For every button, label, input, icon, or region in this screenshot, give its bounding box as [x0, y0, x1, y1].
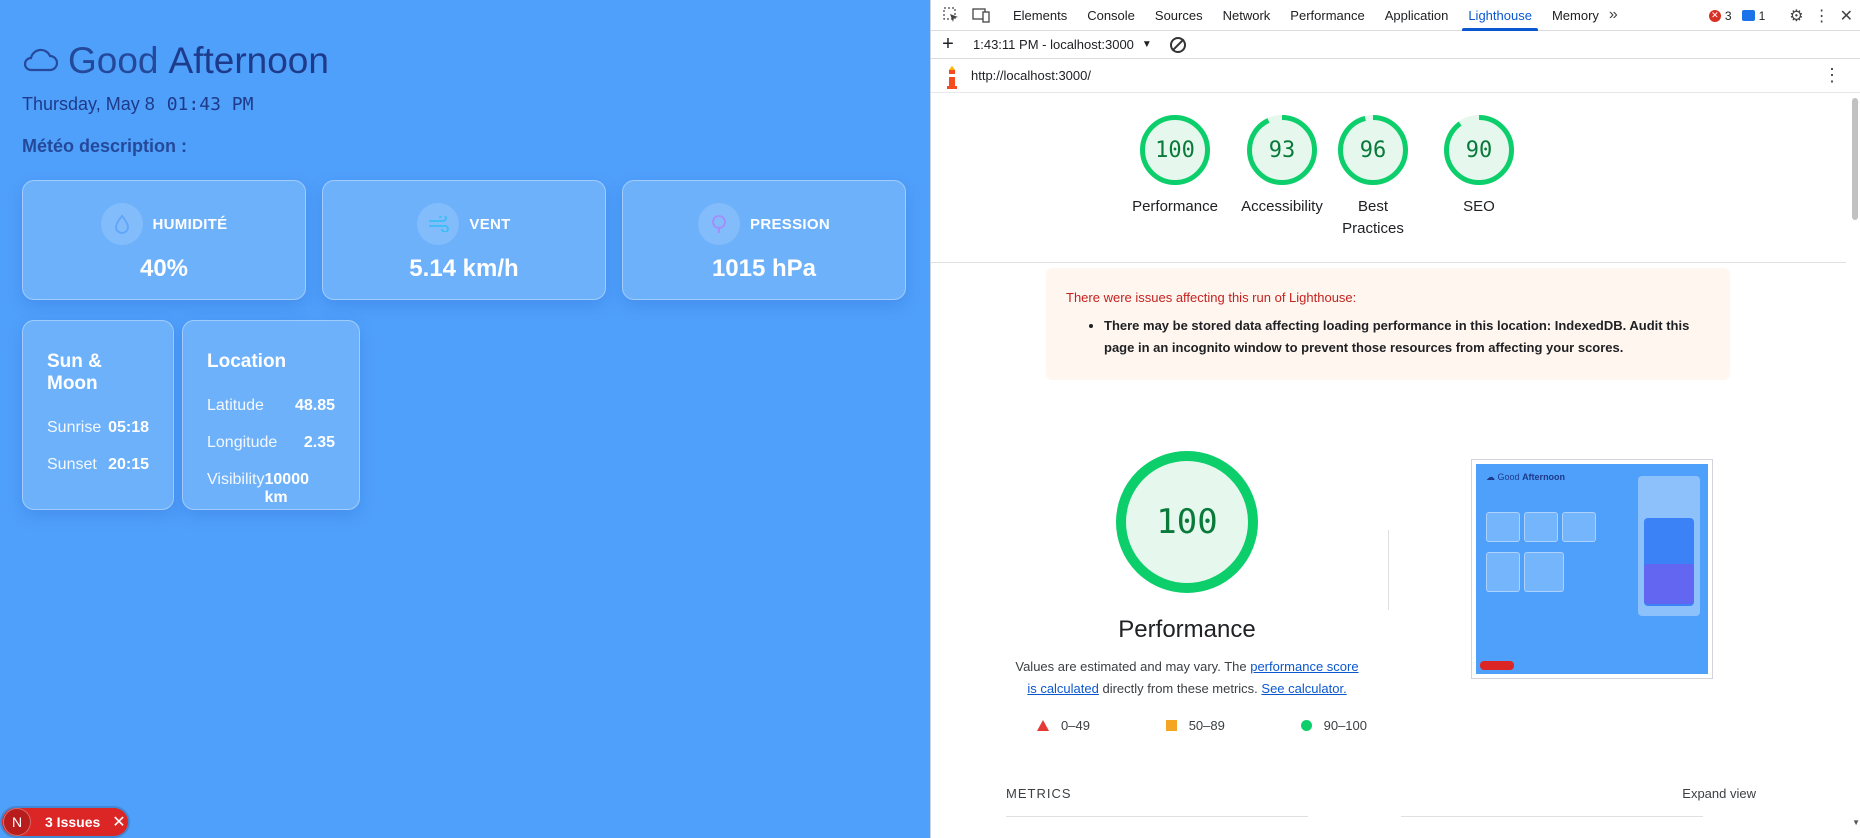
visibility-row: Visibility 10000 km	[207, 471, 309, 506]
message-counter[interactable]: 1	[1741, 9, 1765, 23]
metrics-divider-right	[1401, 816, 1703, 817]
gauge-best-practices[interactable]: 96 Best Practices	[1332, 114, 1414, 240]
gauge-icon	[698, 203, 741, 245]
cloud-icon	[22, 40, 59, 82]
sunrise-row: Sunrise 05:18	[47, 419, 149, 436]
error-icon: ✕	[1708, 9, 1721, 22]
lighthouse-warning: There were issues affecting this run of …	[1046, 268, 1730, 380]
message-icon	[1741, 10, 1755, 21]
score-gauges: 100 Performance 93 Accessibility 96 Best…	[931, 114, 1860, 244]
legend-average: 50–89	[1165, 718, 1225, 733]
greeting-strong: Afternoon	[168, 40, 329, 81]
tab-sources[interactable]: Sources	[1145, 0, 1213, 31]
new-report-plus-icon[interactable]: +	[933, 33, 963, 56]
meteo-description-label: Météo description :	[22, 136, 188, 156]
greeting: Good Afternoon	[22, 40, 329, 82]
tab-memory[interactable]: Memory	[1542, 0, 1609, 31]
expand-view-button[interactable]: Expand view	[1682, 786, 1756, 801]
devtools-panel: Elements Console Sources Network Perform…	[930, 0, 1860, 838]
greeting-light: Good	[68, 40, 159, 81]
nextjs-issues-badge[interactable]: N 3 Issues ✕	[2, 808, 128, 836]
vertical-divider	[1388, 530, 1389, 610]
stat-label: HUMIDITÉ	[152, 215, 228, 233]
metrics-heading: METRICS	[1006, 786, 1072, 801]
metrics-divider-left	[1006, 816, 1308, 817]
weather-app: Good Afternoon Thursday, May 8 01:43 PM …	[0, 0, 930, 838]
sunset-row: Sunset 20:15	[47, 456, 149, 473]
stat-label: PRESSION	[750, 215, 830, 233]
time-text: 01:43 PM	[166, 94, 254, 115]
gauge-accessibility[interactable]: 93 Accessibility	[1227, 114, 1337, 218]
more-tabs-icon[interactable]: »	[1609, 6, 1618, 24]
sun-moon-card: Sun & Moon Sunrise 05:18 Sunset 20:15	[22, 320, 174, 510]
page-screenshot-thumbnail[interactable]: ☁ Good Afternoon	[1471, 459, 1713, 679]
stat-label: VENT	[469, 215, 511, 233]
close-devtools-icon[interactable]: ✕	[1840, 6, 1853, 26]
scrollbar-thumb[interactable]	[1852, 98, 1858, 220]
inspect-element-icon[interactable]	[941, 5, 961, 25]
square-icon	[1165, 720, 1177, 731]
clear-reports-icon[interactable]	[1169, 36, 1186, 53]
triangle-icon	[1037, 720, 1049, 731]
issues-count-label[interactable]: 3 Issues	[45, 814, 100, 830]
latitude-row: Latitude 48.85	[207, 397, 335, 414]
see-calculator-link[interactable]: See calculator.	[1261, 681, 1346, 696]
gauge-performance[interactable]: 100 Performance	[1120, 114, 1230, 218]
settings-gear-icon[interactable]: ⚙	[1789, 6, 1803, 26]
lighthouse-toolbar: + 1:43:11 PM - localhost:3000 ▼	[931, 31, 1860, 59]
tab-network[interactable]: Network	[1213, 0, 1281, 31]
performance-description: Values are estimated and may vary. The p…	[1015, 659, 1359, 696]
scroll-down-icon[interactable]: ▼	[1852, 818, 1860, 827]
tab-performance[interactable]: Performance	[1280, 0, 1374, 31]
dropdown-caret-icon: ▼	[1141, 39, 1152, 50]
card-title: Location	[207, 351, 287, 372]
divider	[931, 262, 1846, 263]
stat-value: 5.14 km/h	[409, 255, 519, 282]
lighthouse-logo-icon	[943, 65, 959, 89]
thumbnail-greeting: ☁ Good Afternoon	[1486, 472, 1566, 482]
report-menu-icon[interactable]: ⋮	[1823, 65, 1841, 86]
circle-icon	[1300, 720, 1312, 731]
stat-value: 1015 hPa	[711, 255, 817, 282]
error-counter[interactable]: ✕ 3	[1708, 9, 1732, 23]
close-icon[interactable]: ✕	[112, 812, 125, 832]
tab-elements[interactable]: Elements	[1003, 0, 1077, 31]
tab-application[interactable]: Application	[1375, 0, 1459, 31]
score-legend: 0–49 50–89 90–100	[1037, 718, 1367, 733]
gauge-seo[interactable]: 90 SEO	[1424, 114, 1534, 218]
kebab-menu-icon[interactable]: ⋮	[1814, 6, 1830, 26]
wind-icon	[417, 203, 460, 245]
report-selector[interactable]: 1:43:11 PM - localhost:3000 ▼	[973, 37, 1152, 52]
date-time: Thursday, May 8 01:43 PM	[22, 94, 253, 115]
nextjs-logo-icon[interactable]: N	[3, 808, 31, 836]
date-text: Thursday, May 8	[22, 94, 155, 114]
droplet-icon	[100, 203, 143, 245]
devtools-tabbar: Elements Console Sources Network Perform…	[931, 0, 1860, 31]
longitude-row: Longitude 2.35	[207, 434, 335, 451]
wind-card: VENT 5.14 km/h	[322, 180, 606, 300]
tab-console[interactable]: Console	[1077, 0, 1145, 31]
location-card: Location Latitude 48.85 Longitude 2.35 V…	[182, 320, 360, 510]
card-title: Sun & Moon	[47, 351, 102, 394]
report-url-bar: http://localhost:3000/ ⋮	[931, 59, 1860, 93]
device-toolbar-icon[interactable]	[971, 5, 991, 25]
tab-lighthouse[interactable]: Lighthouse	[1458, 0, 1542, 31]
warning-item: There may be stored data affecting loadi…	[1104, 315, 1710, 359]
performance-title: Performance	[1118, 616, 1256, 643]
pressure-card: PRESSION 1015 hPa	[622, 180, 906, 300]
legend-pass: 90–100	[1300, 718, 1367, 733]
legend-fail: 0–49	[1037, 718, 1090, 733]
stat-value: 40%	[139, 255, 189, 282]
performance-gauge-large: 100	[1115, 450, 1259, 594]
report-url: http://localhost:3000/	[971, 68, 1091, 83]
humidity-card: HUMIDITÉ 40%	[22, 180, 306, 300]
